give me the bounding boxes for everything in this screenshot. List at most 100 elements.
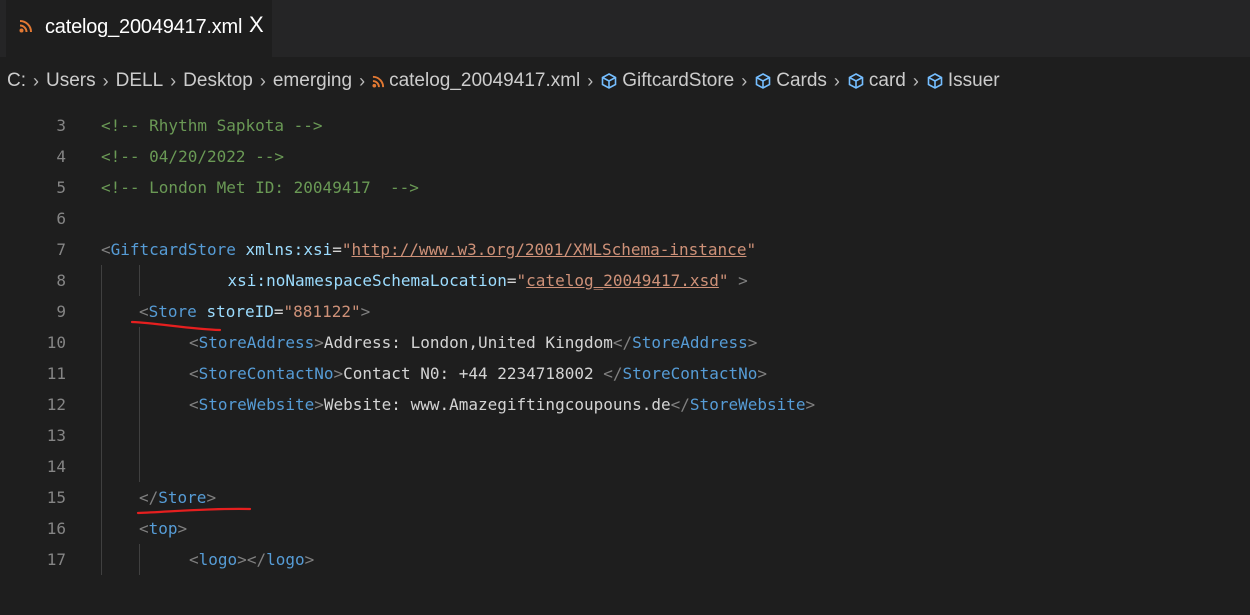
breadcrumb-item[interactable]: emerging	[273, 70, 352, 92]
indent-guide	[139, 358, 140, 389]
line-number: 4	[56, 147, 66, 166]
code-token-value: "881122"	[283, 302, 361, 321]
line-number: 16	[46, 519, 66, 538]
breadcrumb-item[interactable]: Desktop	[183, 70, 253, 92]
breadcrumb-item[interactable]: Users	[46, 70, 96, 92]
editor-tab[interactable]: catelog_20049417.xml X	[6, 0, 272, 57]
code-token-text: =	[506, 271, 517, 290]
code-token-bracket: <	[189, 550, 199, 569]
code-content: <StoreWebsite>Website: www.Amazegiftingc…	[189, 389, 815, 420]
symbol-field-icon	[754, 72, 772, 90]
code-line[interactable]: 11 <StoreContactNo>Contact N0: +44 223471…	[0, 358, 1250, 389]
code-content: <!-- 04/20/2022 -->	[101, 141, 284, 172]
code-token-bracket: >	[314, 333, 324, 352]
close-icon[interactable]: X	[249, 14, 264, 36]
code-token-text: =	[273, 302, 284, 321]
code-token-bracket: <	[189, 364, 199, 383]
code-line[interactable]: 17 <logo></logo>	[0, 544, 1250, 575]
code-line[interactable]: 5 <!-- London Met ID: 20049417 -->	[0, 172, 1250, 203]
code-token-link: http://www.w3.org/2001/XMLSchema-instanc…	[351, 240, 747, 259]
code-token-bracket: >	[757, 364, 767, 383]
indent-guide	[101, 296, 102, 327]
breadcrumb-item[interactable]: C:	[7, 70, 26, 92]
code-token-bracket: >	[206, 488, 217, 507]
code-line[interactable]: 3 <!-- Rhythm Sapkota -->	[0, 110, 1250, 141]
code-token-bracket: >	[728, 271, 748, 290]
breadcrumb-item[interactable]: Issuer	[926, 70, 1000, 92]
indent-guide	[101, 544, 102, 575]
tab-title: catelog_20049417.xml	[45, 16, 243, 38]
line-number: 17	[46, 550, 66, 569]
indent-guide	[139, 420, 140, 451]
code-editor[interactable]: ⁻ ⁻ ⁻ ‾ 3<!-- Rhythm Sapkota -->4<!-- 04…	[0, 105, 1250, 615]
code-line[interactable]: 6	[0, 203, 1250, 234]
code-token-bracket: </	[246, 550, 267, 569]
breadcrumb-separator-icon: ›	[912, 70, 919, 91]
line-number: 14	[46, 457, 66, 476]
indent-guide	[101, 327, 102, 358]
code-token-bracket: >	[237, 550, 247, 569]
breadcrumb-separator-icon: ›	[833, 70, 840, 91]
code-content: xsi:noNamespaceSchemaLocation="catelog_2…	[189, 265, 748, 296]
code-token-text: Contact N0: +44 2234718002	[343, 364, 604, 383]
breadcrumb-item[interactable]: DELL	[116, 70, 164, 92]
code-token-text: Website: www.Amazegiftingcoupouns.de	[323, 395, 671, 414]
indent-guide	[101, 451, 102, 482]
line-number: 3	[56, 116, 66, 135]
breadcrumb-label: C:	[7, 70, 26, 91]
indent-guide	[101, 389, 102, 420]
code-line[interactable]: 12 <StoreWebsite>Website: www.Amazegiftin…	[0, 389, 1250, 420]
indent-guide	[139, 327, 140, 358]
code-line[interactable]: 10 <StoreAddress>Address: London,United K…	[0, 327, 1250, 358]
breadcrumb-item[interactable]: catelog_20049417.xml	[372, 70, 580, 92]
code-token-bracket: >	[360, 302, 371, 321]
indent-guide	[101, 482, 102, 513]
code-content: <Store storeID="881122">	[139, 296, 370, 327]
code-token-value: "	[341, 240, 352, 259]
breadcrumb-separator-icon: ›	[587, 70, 594, 91]
code-token-bracket: <	[189, 395, 199, 414]
code-line[interactable]: 13	[0, 420, 1250, 451]
code-token-link: catelog_20049417.xsd	[526, 271, 719, 290]
code-token-bracket: >	[177, 519, 188, 538]
code-token-tag: GiftcardStore	[110, 240, 236, 259]
code-token-bracket: <	[189, 333, 199, 352]
breadcrumb-label: GiftcardStore	[622, 70, 735, 91]
breadcrumb-label: emerging	[272, 70, 353, 91]
code-line[interactable]: 7 <GiftcardStore xmlns:xsi="http://www.w3…	[0, 234, 1250, 265]
code-line[interactable]: 8 xsi:noNamespaceSchemaLocation="catelog…	[0, 265, 1250, 296]
code-content: <!-- London Met ID: 20049417 -->	[101, 172, 419, 203]
code-token-tag: StoreAddress	[632, 333, 748, 352]
code-line[interactable]: 15 </Store>	[0, 482, 1250, 513]
code-content: <GiftcardStore xmlns:xsi="http://www.w3.…	[101, 234, 756, 265]
line-number: 10	[46, 333, 66, 352]
indent-guide	[139, 544, 140, 575]
symbol-field-icon	[600, 72, 618, 90]
breadcrumb-item[interactable]: card	[847, 70, 906, 92]
code-line[interactable]: 9 <Store storeID="881122">	[0, 296, 1250, 327]
code-token-value: "	[746, 240, 757, 259]
code-line[interactable]: 4 <!-- 04/20/2022 -->	[0, 141, 1250, 172]
breadcrumb-label: catelog_20049417.xml	[389, 70, 581, 91]
breadcrumb-separator-icon: ›	[102, 70, 109, 91]
breadcrumb-item[interactable]: GiftcardStore	[600, 70, 734, 92]
code-token-bracket: <	[139, 302, 149, 321]
breadcrumb-separator-icon: ›	[359, 70, 366, 91]
code-line[interactable]: 14	[0, 451, 1250, 482]
code-token-bracket: >	[304, 550, 315, 569]
code-token-bracket: </	[603, 364, 623, 383]
line-number: 15	[46, 488, 66, 507]
breadcrumb-label: Users	[46, 70, 96, 91]
code-token-attr: xsi:noNamespaceSchemaLocation	[189, 271, 507, 290]
code-token-text: Address: London,United Kingdom	[323, 333, 613, 352]
breadcrumb-item[interactable]: Cards	[754, 70, 827, 92]
code-content: <!-- Rhythm Sapkota -->	[101, 110, 323, 141]
code-token-tag: StoreAddress	[198, 333, 315, 352]
code-content: </Store>	[139, 482, 216, 513]
line-number: 8	[56, 271, 66, 290]
line-number: 7	[56, 240, 66, 259]
breadcrumb-label: Cards	[776, 70, 827, 91]
code-line[interactable]: 16 <top>	[0, 513, 1250, 544]
breadcrumb: C: › Users › DELL › Desktop › emerging › catelog_2…	[0, 57, 1250, 105]
indent-guide	[101, 420, 102, 451]
